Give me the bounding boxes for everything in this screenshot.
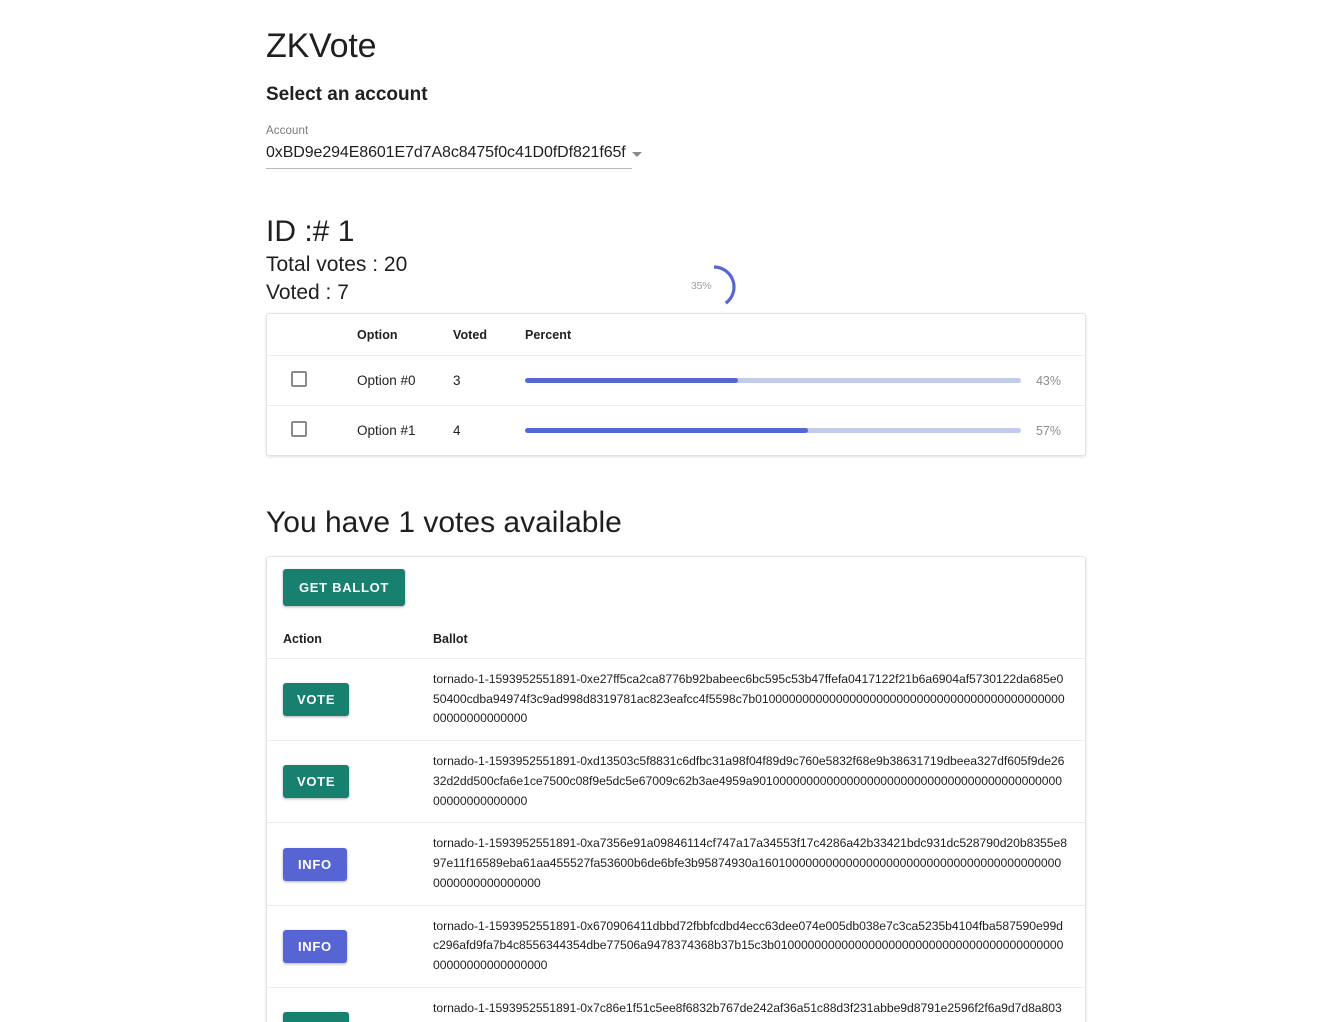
option-checkbox[interactable] (291, 371, 307, 388)
results-row-percent-cell: 57% (525, 406, 1085, 456)
results-header-row: Option Voted Percent (267, 314, 1085, 357)
results-card: Option Voted Percent Option #0 3 43% Opt… (266, 313, 1086, 457)
ballot-hash: tornado-1-1593952551891-0xd13503c5f8831c… (433, 754, 1065, 808)
results-row-select-cell (267, 406, 357, 456)
ballot-action-cell: INFO (267, 905, 433, 989)
results-col-voted: Voted (453, 314, 525, 357)
table-row: VOTE tornado-1-1593952551891-0x7c86e1f51… (267, 987, 1085, 1022)
vote-button[interactable]: VOTE (283, 682, 350, 716)
vote-button[interactable]: VOTE (283, 1012, 350, 1022)
ballot-hash: tornado-1-1593952551891-0x670906411dbbd7… (433, 918, 1064, 973)
table-row: INFO tornado-1-1593952551891-0x670906411… (267, 905, 1085, 989)
percent-bar-track (525, 378, 1021, 384)
page-title: ZKVote (266, 27, 377, 65)
ballots-section: You have 1 votes available GET BALLOT Ac… (266, 504, 1086, 1022)
select-account-heading: Select an account (266, 83, 428, 105)
info-button[interactable]: INFO (283, 847, 347, 881)
results-col-percent: Percent (525, 314, 1085, 357)
ballot-hash-cell: tornado-1-1593952551891-0x670906411dbbd7… (433, 905, 1085, 989)
ballot-hash: tornado-1-1593952551891-0x7c86e1f51c5ee8… (433, 1001, 1062, 1022)
table-row: Option #1 4 57% (267, 406, 1085, 456)
results-table: Option Voted Percent Option #0 3 43% Opt… (267, 314, 1085, 455)
ballot-action-cell: VOTE (267, 987, 433, 1022)
account-select[interactable]: Account 0xBD9e294E8601E7d7A8c8475f0c41D0… (266, 124, 642, 170)
progress-spinner: 35% (690, 263, 738, 311)
votes-available-heading: You have 1 votes available (266, 506, 622, 540)
poll-total-votes: Total votes : 20 (266, 252, 408, 276)
results-col-select (267, 314, 357, 357)
table-row: VOTE tornado-1-1593952551891-0xd13503c5f… (267, 740, 1085, 824)
get-ballot-button[interactable]: GET BALLOT (283, 568, 406, 606)
results-row-option: Option #1 (357, 423, 416, 439)
vote-button[interactable]: VOTE (283, 765, 350, 799)
poll-section: ID :# 1 Total votes : 20 Voted : 7 35% O… (266, 213, 1086, 457)
ballots-card: GET BALLOT Action Ballot VOTE tornado-1-… (266, 555, 1086, 1022)
results-row-option: Option #0 (357, 355, 453, 407)
results-row-voted: 3 (453, 355, 525, 407)
percent-bar-track (525, 428, 1021, 434)
poll-id: ID :# 1 (266, 215, 355, 249)
ballots-header-row: Action Ballot (267, 618, 1085, 659)
table-row: Option #0 3 43% (267, 355, 1085, 407)
account-field-label: Account (266, 124, 309, 137)
ballot-hash-cell: tornado-1-1593952551891-0xe27ff5ca2ca877… (433, 658, 1085, 742)
ballot-hash-cell: tornado-1-1593952551891-0x7c86e1f51c5ee8… (433, 987, 1085, 1022)
results-col-option: Option (357, 314, 453, 357)
ballots-table: Action Ballot VOTE tornado-1-15939525518… (267, 618, 1085, 1022)
ballot-action-cell: VOTE (267, 658, 433, 742)
option-checkbox[interactable] (291, 421, 307, 438)
ballot-hash-cell: tornado-1-1593952551891-0xa7356e91a09846… (433, 822, 1085, 906)
percent-bar-fill (525, 378, 739, 384)
account-selected-value: 0xBD9e294E8601E7d7A8c8475f0c41D0fDf821f6… (266, 143, 626, 161)
ballot-action-cell: VOTE (267, 740, 433, 824)
progress-percent-label: 35% (691, 280, 712, 293)
ballots-col-ballot: Ballot (433, 618, 1085, 659)
page-content: ZKVote Select an account Account 0xBD9e2… (266, 0, 1086, 1022)
progress-arc (713, 265, 736, 305)
poll-voted-count: Voted : 7 (266, 280, 349, 304)
chevron-down-icon[interactable] (631, 152, 642, 158)
table-row: VOTE tornado-1-1593952551891-0xe27ff5ca2… (267, 658, 1085, 742)
ballot-hash-cell: tornado-1-1593952551891-0xd13503c5f8831c… (433, 740, 1085, 824)
table-row: INFO tornado-1-1593952551891-0xa7356e91a… (267, 822, 1085, 906)
ballots-col-action: Action (267, 618, 433, 659)
percent-value: 57% (1035, 423, 1061, 438)
percent-value: 43% (1035, 373, 1061, 388)
ballot-hash: tornado-1-1593952551891-0xe27ff5ca2ca877… (433, 671, 1065, 726)
ballot-hash: tornado-1-1593952551891-0xa7356e91a09846… (433, 836, 1067, 890)
results-row-voted: 4 (453, 423, 461, 439)
percent-bar-fill (525, 428, 808, 434)
ballots-body: VOTE tornado-1-1593952551891-0xe27ff5ca2… (267, 658, 1085, 1022)
results-row-percent-cell: 43% (525, 355, 1085, 407)
ballot-action-cell: INFO (267, 822, 433, 906)
app-root: ZKVote Select an account Account 0xBD9e2… (0, 0, 1338, 1022)
poll-summary: ID :# 1 Total votes : 20 Voted : 7 35% (266, 213, 1086, 313)
info-button[interactable]: INFO (283, 929, 347, 963)
results-row-select-cell (267, 355, 357, 407)
